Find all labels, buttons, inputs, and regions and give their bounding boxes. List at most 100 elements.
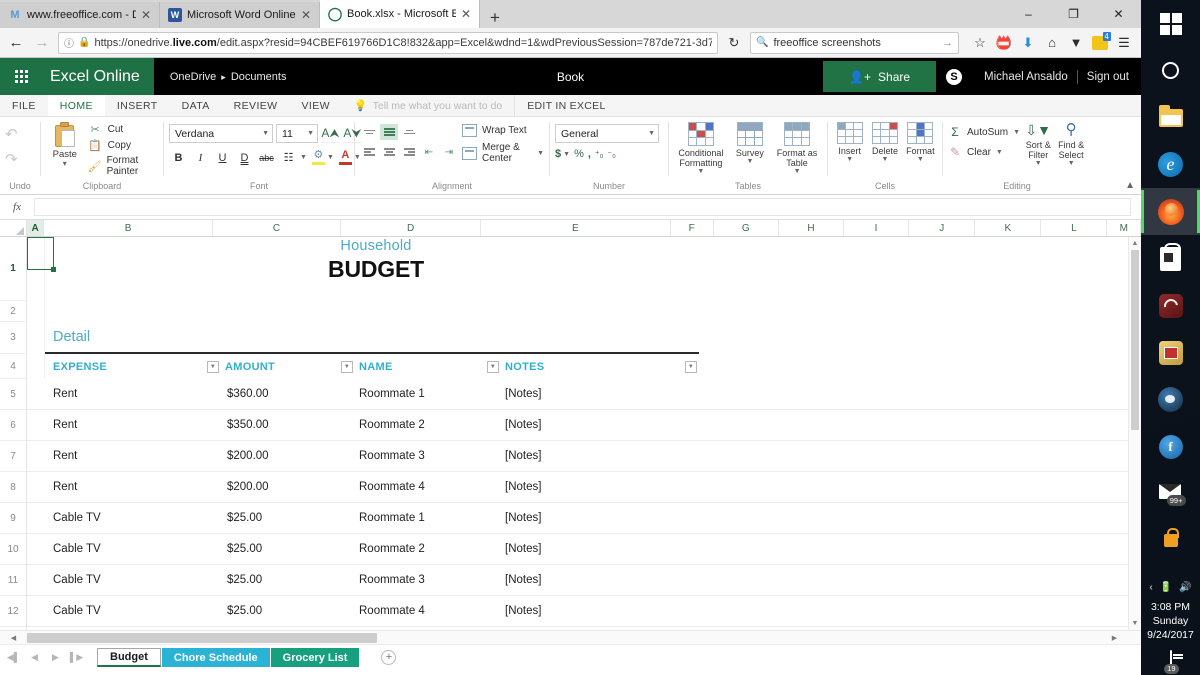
column-header-K[interactable]: K: [975, 220, 1042, 236]
breadcrumb-folder[interactable]: Documents: [231, 71, 287, 83]
cell-D7[interactable]: Roommate 3: [355, 441, 501, 471]
new-tab-button[interactable]: +: [480, 9, 510, 28]
row-header-2[interactable]: 2: [0, 301, 26, 322]
taskbar-clock[interactable]: 3:08 PM Sunday 9/24/2017: [1147, 596, 1194, 642]
photos-app-button[interactable]: [1141, 329, 1200, 376]
column-header-M[interactable]: M: [1107, 220, 1141, 236]
horizontal-scroll-track[interactable]: [27, 632, 1101, 643]
red-app-button[interactable]: [1141, 282, 1200, 329]
cell-B1[interactable]: Household BUDGET: [45, 237, 699, 301]
tab-view[interactable]: VIEW: [289, 95, 341, 116]
close-icon[interactable]: ✕: [141, 9, 153, 21]
cell-E4-notes[interactable]: NOTES ▼: [501, 354, 699, 379]
tell-me-box[interactable]: 💡 Tell me what you want to do: [342, 95, 514, 116]
align-right-button[interactable]: [400, 144, 418, 160]
font-name-dropdown[interactable]: Verdana ▼: [169, 124, 273, 143]
cell-C8[interactable]: $200.00: [221, 472, 355, 502]
chevron-down-icon[interactable]: ▼: [1013, 129, 1020, 136]
scroll-down-arrow-icon[interactable]: ▼: [1129, 617, 1141, 630]
forward-arrow-icon[interactable]: →: [32, 34, 52, 51]
cell-E7[interactable]: [Notes]: [501, 441, 699, 471]
sheet-tab-grocery-list[interactable]: Grocery List: [270, 648, 360, 667]
firefox-button[interactable]: [1141, 188, 1200, 235]
autosum-button[interactable]: Σ AutoSum ▼: [948, 125, 1020, 139]
scroll-up-arrow-icon[interactable]: ▲: [1129, 237, 1141, 250]
cell-B10[interactable]: Cable TV: [45, 534, 221, 564]
underline-button[interactable]: U: [213, 148, 232, 167]
next-sheet-icon[interactable]: ▶: [45, 652, 66, 663]
cell-D6[interactable]: Roommate 2: [355, 410, 501, 440]
cell-A9[interactable]: [27, 503, 45, 533]
add-sheet-button[interactable]: +: [381, 650, 397, 665]
maximize-button[interactable]: ❐: [1051, 0, 1096, 28]
number-format-dropdown[interactable]: General ▼: [555, 124, 659, 143]
row-header-10[interactable]: 10: [0, 534, 26, 565]
cell-B6[interactable]: Rent: [45, 410, 221, 440]
column-header-I[interactable]: I: [844, 220, 910, 236]
search-go-icon[interactable]: →: [942, 37, 953, 49]
extension-icon[interactable]: 4: [1089, 31, 1111, 54]
microsoft-edge-button[interactable]: e: [1141, 141, 1200, 188]
format-painter-button[interactable]: 🖌 Format Painter: [88, 155, 158, 177]
mail-app-button[interactable]: 99+: [1141, 470, 1200, 517]
fill-color-button[interactable]: ⚙: [311, 150, 325, 165]
scroll-left-arrow-icon[interactable]: ◀: [0, 634, 27, 642]
vertical-scroll-thumb[interactable]: [1131, 250, 1139, 430]
cell-C6[interactable]: $350.00: [221, 410, 355, 440]
comma-format-button[interactable]: ,: [588, 148, 591, 160]
font-color-button[interactable]: A: [338, 150, 352, 165]
cut-button[interactable]: ✂ Cut: [88, 123, 158, 136]
filter-dropdown-notes[interactable]: ▼: [685, 360, 697, 373]
file-explorer-button[interactable]: [1141, 94, 1200, 141]
grow-font-button[interactable]: A⮝: [321, 124, 340, 143]
chevron-down-icon[interactable]: ▼: [1068, 160, 1075, 167]
filter-dropdown-name[interactable]: ▼: [487, 360, 499, 373]
first-sheet-icon[interactable]: ◀▌: [3, 652, 24, 663]
conditional-formatting-button[interactable]: Conditional Formatting ▼: [674, 120, 728, 175]
chevron-down-icon[interactable]: ▼: [561, 151, 570, 158]
chevron-down-icon[interactable]: ▼: [298, 154, 309, 161]
sign-out-link[interactable]: Sign out: [1087, 71, 1129, 83]
align-top-button[interactable]: [360, 124, 378, 140]
tray-chevron-icon[interactable]: ‹: [1149, 582, 1152, 593]
italic-button[interactable]: I: [191, 148, 210, 167]
align-bottom-button[interactable]: [400, 124, 418, 140]
downloads-icon[interactable]: ⬇: [1017, 32, 1039, 54]
tab-file[interactable]: FILE: [0, 95, 48, 116]
cell-A10[interactable]: [27, 534, 45, 564]
cell-A4[interactable]: [27, 354, 45, 379]
column-header-E[interactable]: E: [480, 220, 671, 236]
chevron-down-icon[interactable]: ▾: [63, 160, 67, 168]
volume-icon[interactable]: 🔊: [1179, 582, 1191, 593]
cell-E13[interactable]: [Notes]: [501, 627, 699, 630]
cell-E11[interactable]: [Notes]: [501, 565, 699, 595]
increase-decimal-button[interactable]: ⁺₀: [595, 149, 604, 160]
action-center-button[interactable]: 19: [1164, 650, 1183, 674]
cell-B7[interactable]: Rent: [45, 441, 221, 471]
column-header-C[interactable]: C: [212, 220, 342, 236]
survey-button[interactable]: Survey ▼: [730, 120, 770, 165]
column-header-B[interactable]: B: [44, 220, 213, 236]
cell-E9[interactable]: [Notes]: [501, 503, 699, 533]
insert-cells-button[interactable]: Insert ▼: [833, 120, 866, 163]
cell-B13[interactable]: Groceries: [45, 627, 221, 630]
format-cells-button[interactable]: Format ▼: [904, 120, 937, 163]
scroll-right-arrow-icon[interactable]: ▶: [1101, 634, 1128, 642]
format-as-table-button[interactable]: Format as Table ▼: [772, 120, 822, 175]
chevron-down-icon[interactable]: ▼: [794, 168, 801, 175]
prev-sheet-icon[interactable]: ◀: [24, 652, 45, 663]
chevron-down-icon[interactable]: ▼: [325, 154, 336, 161]
decrease-indent-button[interactable]: ⇤: [420, 144, 438, 160]
skype-button[interactable]: S: [936, 58, 972, 95]
copy-button[interactable]: 📋 Copy: [88, 139, 158, 152]
merge-center-button[interactable]: Merge & Center ▼: [462, 142, 544, 164]
app-launcher-button[interactable]: [0, 58, 42, 95]
wrap-text-button[interactable]: Wrap Text: [462, 124, 544, 137]
sheet-tab-chore-schedule[interactable]: Chore Schedule: [161, 648, 270, 667]
cell-E12[interactable]: [Notes]: [501, 596, 699, 626]
address-bar[interactable]: ⓘ 🔒 https://onedrive.live.com/edit.aspx?…: [58, 31, 718, 54]
home-icon[interactable]: ⌂: [1041, 32, 1063, 54]
font-size-dropdown[interactable]: 11 ▼: [276, 124, 318, 143]
formula-input[interactable]: [34, 198, 1131, 216]
cell-D9[interactable]: Roommate 1: [355, 503, 501, 533]
